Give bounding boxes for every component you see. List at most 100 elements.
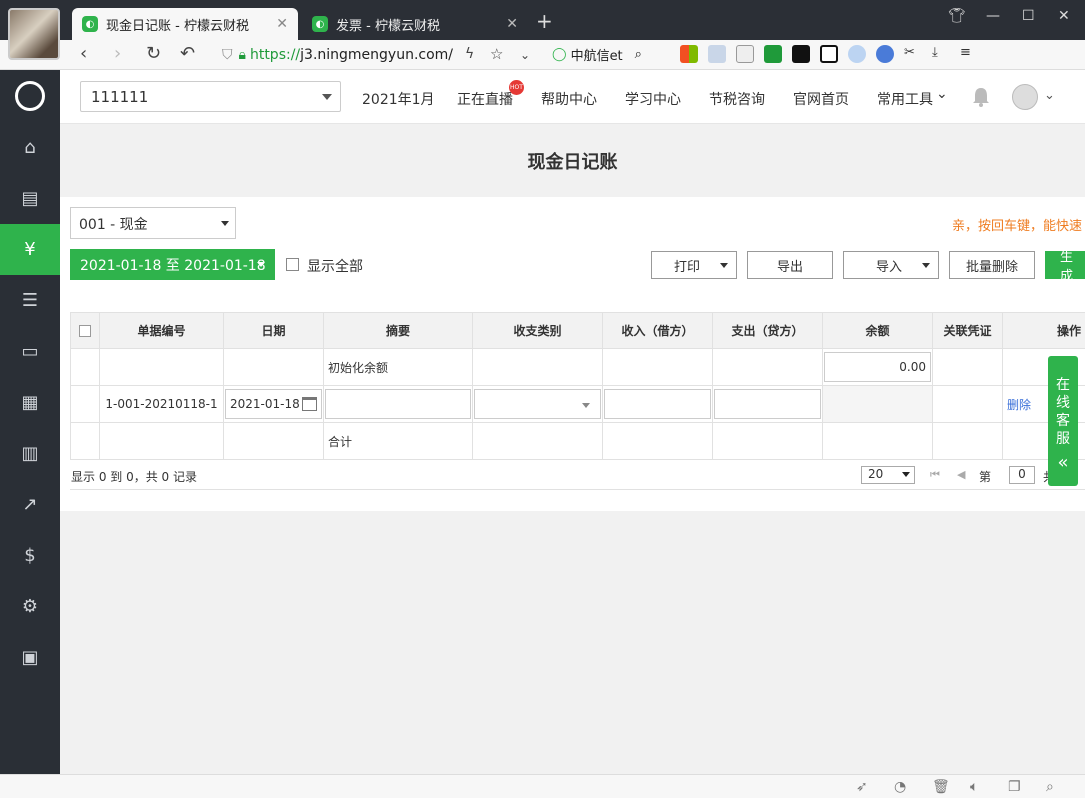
nav-help[interactable]: 帮助中心 bbox=[541, 89, 597, 109]
tab-cash-journal[interactable]: ◐ 现金日记账 - 柠檬云财税 ✕ bbox=[72, 8, 298, 40]
page-size-select[interactable]: 20 bbox=[861, 466, 915, 484]
search-engine-icon: ◯ bbox=[552, 47, 567, 62]
app-header: 111111 2021年1月 正在直播 帮助中心 学习中心 节税咨询 官网首页 … bbox=[60, 70, 1085, 124]
rocket-icon[interactable]: ➶ bbox=[856, 779, 868, 795]
date-value: 2021-01-18 bbox=[230, 397, 300, 411]
init-balance-input[interactable]: 0.00 bbox=[824, 352, 931, 382]
dollar-icon[interactable]: $ bbox=[0, 530, 60, 581]
account-set-value: 111111 bbox=[91, 88, 149, 106]
tab-invoice[interactable]: ◐ 发票 - 柠檬云财税 ✕ bbox=[302, 8, 528, 40]
chevron-down-icon[interactable]: ⌄ bbox=[520, 48, 530, 62]
first-page-icon[interactable]: ⏮ bbox=[930, 468, 940, 482]
select-all-checkbox[interactable] bbox=[79, 324, 91, 337]
minimize-icon[interactable]: — bbox=[986, 8, 1000, 24]
profile-avatar[interactable] bbox=[8, 8, 60, 60]
nav-official-site[interactable]: 官网首页 bbox=[793, 89, 849, 109]
generate-button[interactable]: 生成 bbox=[1045, 250, 1085, 284]
reload-icon[interactable]: ↻ bbox=[146, 43, 161, 64]
search-icon[interactable]: ⌕ bbox=[635, 47, 642, 62]
new-tab-icon[interactable]: + bbox=[536, 9, 553, 33]
calendar-icon[interactable] bbox=[302, 397, 317, 411]
voucher-icon[interactable]: ▤ bbox=[0, 173, 60, 224]
settings-icon[interactable]: ⚙ bbox=[0, 581, 60, 632]
speed-icon[interactable]: ◔ bbox=[894, 779, 906, 795]
home-icon[interactable]: ⌂ bbox=[0, 122, 60, 173]
url-scheme: https:// bbox=[249, 47, 301, 63]
import-button[interactable]: 导入 bbox=[843, 251, 939, 279]
shirt-icon[interactable]: 👕︎ bbox=[948, 8, 966, 24]
zoom-icon[interactable]: ⌕ bbox=[1046, 779, 1054, 795]
chart-icon[interactable]: ↗ bbox=[0, 479, 60, 530]
print-button[interactable]: 打印 bbox=[651, 251, 737, 279]
speaker-icon[interactable]: 🔈︎ bbox=[970, 779, 978, 795]
export-button[interactable]: 导出 bbox=[747, 251, 833, 279]
maximize-icon[interactable]: ☐ bbox=[1022, 8, 1035, 24]
menu-icon[interactable]: ≡ bbox=[960, 45, 978, 63]
game-icon[interactable] bbox=[792, 45, 810, 63]
journal-table: 单据编号 日期 摘要 收支类别 收入（借方） 支出（贷方） 余额 关联凭证 操作… bbox=[70, 312, 1085, 460]
close-icon[interactable]: ✕ bbox=[506, 16, 518, 32]
back-icon[interactable]: ‹ bbox=[80, 43, 87, 64]
export-label: 导出 bbox=[776, 259, 803, 275]
nav-live[interactable]: 正在直播 bbox=[457, 89, 513, 109]
camera-icon[interactable] bbox=[820, 45, 838, 63]
date-input[interactable]: 2021-01-18 bbox=[225, 389, 322, 419]
minus-circle-icon[interactable] bbox=[848, 45, 866, 63]
lemon-logo[interactable] bbox=[0, 70, 60, 122]
json-icon[interactable] bbox=[736, 45, 754, 63]
search-engine[interactable]: ◯ 中航信et ⌕ bbox=[552, 45, 642, 64]
init-balance-value: 0.00 bbox=[899, 360, 926, 374]
download-icon[interactable]: ⤓ bbox=[932, 45, 950, 63]
chevron-down-icon[interactable]: ⌄ bbox=[1044, 88, 1055, 103]
caret-down-icon bbox=[221, 221, 229, 226]
bell-icon[interactable] bbox=[970, 86, 992, 108]
rocket-ext-icon[interactable] bbox=[876, 45, 894, 63]
archive-icon[interactable]: ▣ bbox=[0, 632, 60, 683]
screenshot-icon[interactable] bbox=[708, 45, 726, 63]
caret-down-icon bbox=[257, 262, 265, 267]
page-number-value: 0 bbox=[1018, 467, 1026, 481]
nav-tools[interactable]: 常用工具 bbox=[877, 89, 933, 109]
prev-page-icon[interactable]: ◀ bbox=[957, 468, 965, 481]
scissors-icon[interactable]: ✂ bbox=[904, 45, 922, 63]
column-header: 关联凭证 bbox=[932, 312, 1003, 349]
category-select[interactable] bbox=[474, 389, 601, 419]
windows-icon[interactable] bbox=[680, 45, 698, 63]
app-sidebar: ⌂ ▤ ¥ ☰ ▭ ▦ ▥ ↗ $ ⚙ ▣ bbox=[0, 70, 60, 798]
online-service-button[interactable]: 在 线 客 服 « bbox=[1048, 356, 1078, 486]
total-label: 合计 bbox=[323, 422, 473, 460]
date-range-button[interactable]: 2021-01-18 至 2021-01-18 bbox=[70, 249, 275, 280]
nav-learning[interactable]: 学习中心 bbox=[625, 89, 681, 109]
url-host: j3.ningmengyun.com/ bbox=[300, 47, 454, 63]
income-input[interactable] bbox=[604, 389, 711, 419]
user-avatar[interactable] bbox=[1012, 84, 1038, 110]
calendar-icon[interactable]: ▦ bbox=[0, 377, 60, 428]
close-window-icon[interactable]: ✕ bbox=[1058, 8, 1070, 24]
forward-icon[interactable]: › bbox=[114, 43, 121, 64]
chevron-down-icon[interactable]: ⌄ bbox=[936, 86, 948, 102]
period-selector[interactable]: 2021年1月 bbox=[362, 89, 435, 109]
batch-delete-button[interactable]: 批量删除 bbox=[949, 251, 1035, 279]
ledger-icon[interactable]: ☰ bbox=[0, 275, 60, 326]
star-icon[interactable]: ☆ bbox=[490, 45, 503, 63]
yen-ext-icon[interactable] bbox=[764, 45, 782, 63]
book-icon[interactable]: ▥ bbox=[0, 428, 60, 479]
close-icon[interactable]: ✕ bbox=[276, 16, 288, 32]
show-all-checkbox[interactable] bbox=[286, 258, 299, 271]
card-icon[interactable]: ▭ bbox=[0, 326, 60, 377]
lightning-icon[interactable]: ϟ bbox=[465, 46, 474, 62]
trash-icon[interactable]: 🗑︎ bbox=[932, 779, 950, 795]
caret-down-icon bbox=[902, 472, 910, 477]
cash-journal-icon[interactable]: ¥ bbox=[0, 224, 60, 275]
expense-input[interactable] bbox=[714, 389, 821, 419]
account-set-select[interactable]: 111111 bbox=[80, 81, 341, 112]
record-summary: 显示 0 到 0，共 0 记录 bbox=[71, 470, 197, 484]
summary-input[interactable] bbox=[325, 389, 471, 419]
window-icon[interactable]: ❐ bbox=[1008, 779, 1021, 795]
cash-account-dropdown[interactable]: 001 - 现金 bbox=[70, 207, 236, 239]
page-number-input[interactable]: 0 bbox=[1009, 466, 1035, 484]
caret-down-icon bbox=[322, 94, 332, 100]
delete-link[interactable]: 删除 bbox=[1007, 398, 1031, 412]
nav-tax-consult[interactable]: 节税咨询 bbox=[709, 89, 765, 109]
undo-icon[interactable]: ↶ bbox=[180, 43, 195, 64]
